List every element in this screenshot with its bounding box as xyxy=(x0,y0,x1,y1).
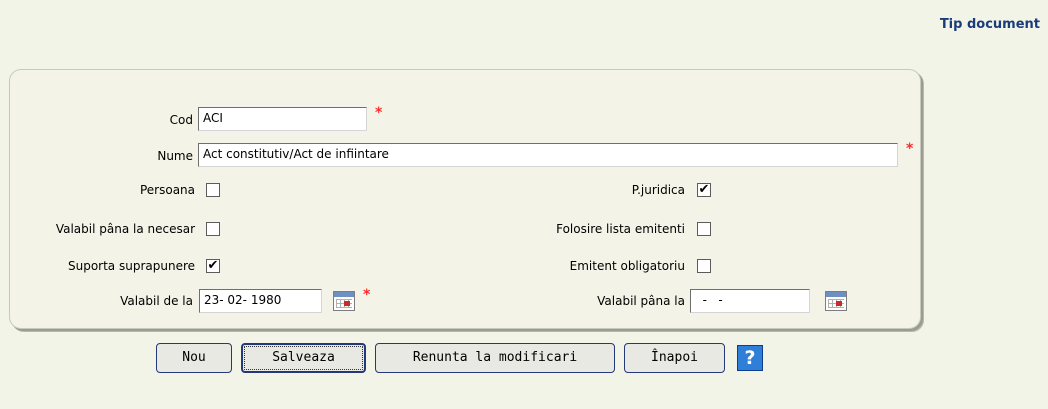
cod-input[interactable]: ACI xyxy=(198,107,367,131)
valabil-de-la-input[interactable]: 23- 02- 1980 xyxy=(199,289,322,313)
emitent-obligatoriu-checkbox[interactable] xyxy=(697,259,711,273)
valabil-pana-la-label: Valabil pâna la xyxy=(597,294,685,308)
salveaza-button[interactable]: Salveaza xyxy=(241,343,366,373)
nou-button[interactable]: Nou xyxy=(156,343,232,373)
nume-label: Nume xyxy=(157,149,193,163)
persoana-label: Persoana xyxy=(139,183,195,197)
valabil-necesar-checkbox[interactable] xyxy=(206,222,220,236)
pjuridica-checkbox[interactable]: ✔ xyxy=(697,183,711,197)
nume-required-mark: * xyxy=(906,141,914,157)
help-icon[interactable]: ? xyxy=(737,345,763,371)
lista-emitenti-label: Folosire lista emitenti xyxy=(556,222,685,236)
cod-label: Cod xyxy=(169,113,193,127)
suprapunere-label: Suporta suprapunere xyxy=(67,259,195,273)
emitent-obligatoriu-label: Emitent obligatoriu xyxy=(569,259,685,273)
nume-input[interactable]: Act constitutiv/Act de infiintare xyxy=(198,143,898,167)
valabil-pana-la-calendar-icon[interactable] xyxy=(825,291,847,311)
inapoi-button[interactable]: Înapoi xyxy=(624,343,725,373)
cod-required-mark: * xyxy=(375,105,383,121)
renunta-button[interactable]: Renunta la modificari xyxy=(375,343,615,373)
valabil-necesar-label: Valabil pâna la necesar xyxy=(55,222,195,236)
page-title: Tip document xyxy=(939,17,1040,32)
suprapunere-checkbox[interactable]: ✔ xyxy=(206,259,220,273)
valabil-de-la-required-mark: * xyxy=(363,287,371,303)
valabil-de-la-label: Valabil de la xyxy=(120,294,193,308)
pjuridica-label: P.juridica xyxy=(631,183,685,197)
persoana-checkbox[interactable] xyxy=(206,183,220,197)
valabil-de-la-calendar-icon[interactable] xyxy=(333,291,355,311)
lista-emitenti-checkbox[interactable] xyxy=(697,222,711,236)
valabil-pana-la-input[interactable]: - - xyxy=(690,289,810,313)
